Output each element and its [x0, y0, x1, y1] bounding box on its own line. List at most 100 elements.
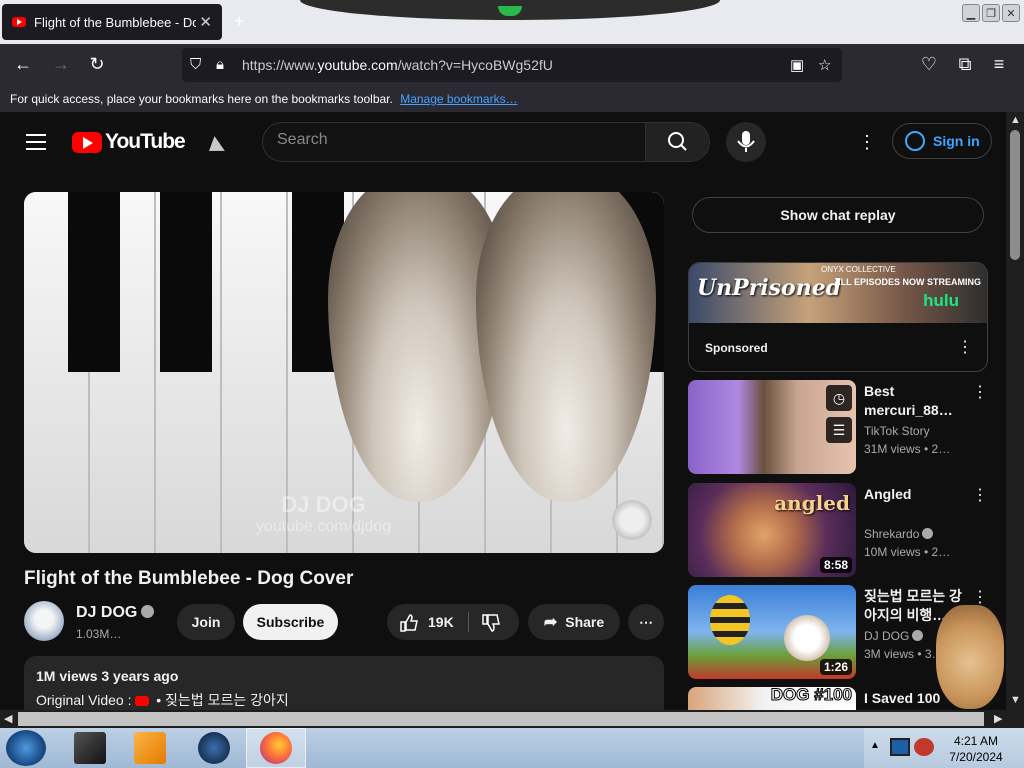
forward-icon[interactable]: →	[50, 54, 72, 75]
back-icon[interactable]: ←	[12, 54, 34, 75]
views-and-age: 1M views 3 years ago	[36, 668, 179, 684]
youtube-play-icon	[72, 131, 102, 153]
youtube-wordmark: YouTube	[105, 130, 186, 153]
rec-title[interactable]: Angled	[864, 485, 964, 504]
voice-search-button[interactable]	[726, 122, 766, 162]
show-chat-replay-button[interactable]: Show chat replay	[692, 197, 984, 233]
sponsored-ad[interactable]: ONYX COLLECTIVE UnPrisoned ALL EPISODES …	[688, 262, 988, 372]
like-count[interactable]: 19K	[428, 614, 454, 630]
url-bar[interactable]: ⛉ 🔒︎ https://www.youtube.com/watch?v=Hyc…	[182, 48, 842, 82]
mouse-cursor-icon	[193, 136, 225, 166]
sign-in-button[interactable]: Sign in	[892, 123, 992, 159]
search-button[interactable]	[645, 123, 709, 161]
scroll-down-icon[interactable]: ▼	[1010, 694, 1021, 706]
channel-avatar[interactable]	[24, 601, 64, 641]
video-thumbnail[interactable]: 1:26	[688, 585, 856, 679]
subscriber-count: 1.03M…	[76, 627, 122, 641]
more-actions-button[interactable]: ⋯	[628, 604, 664, 640]
security-icon[interactable]	[914, 738, 934, 756]
scroll-right-icon[interactable]: ▶	[994, 712, 1002, 725]
rec-channel[interactable]: Shrekardo	[864, 527, 934, 541]
youtube-page: YouTube ⋮ Sign in DJ DOG youtube.	[0, 112, 1006, 710]
firefox-taskbar-button[interactable]	[246, 728, 306, 768]
browser-nav-bar: ← → ↻ ⛉ 🔒︎ https://www.youtube.com/watch…	[0, 44, 1024, 86]
window-controls: ▁ ❐ ✕	[962, 4, 1020, 22]
manage-bookmarks-link[interactable]: Manage bookmarks…	[400, 92, 517, 106]
start-button[interactable]	[6, 730, 46, 766]
video-thumbnail[interactable]: ◷ ☰	[688, 380, 856, 474]
ad-brand: ONYX COLLECTIVE	[821, 265, 896, 274]
recommended-video[interactable]: angled 8:58 Angled Shrekardo 10M views •…	[688, 483, 988, 577]
recommended-video[interactable]: ◷ ☰ Best mercuri_88… TikTok Story 31M vi…	[688, 380, 988, 474]
rec-menu-icon[interactable]: ⋮	[972, 382, 988, 402]
rec-menu-icon[interactable]: ⋮	[972, 587, 988, 607]
video-player[interactable]: DJ DOG youtube.com/djdog	[24, 192, 664, 553]
original-video-link[interactable]: • 짖는법 모르는 강아지	[156, 692, 289, 708]
vertical-scrollbar[interactable]: ▲ ▼	[1006, 112, 1024, 710]
like-icon[interactable]	[399, 613, 419, 633]
join-button[interactable]: Join	[177, 604, 235, 640]
bookmarks-toolbar: For quick access, place your bookmarks h…	[0, 86, 1024, 112]
scroll-up-icon[interactable]: ▲	[1010, 114, 1021, 126]
hamburger-menu-icon[interactable]	[26, 134, 46, 155]
clock-time: 4:21 AM	[953, 734, 999, 748]
share-button[interactable]: ➦ Share	[528, 604, 620, 640]
ad-banner[interactable]: ONYX COLLECTIVE UnPrisoned ALL EPISODES …	[689, 263, 987, 323]
watch-later-icon[interactable]: ◷	[826, 385, 852, 411]
youtube-favicon-icon	[12, 17, 26, 27]
settings-more-icon[interactable]: ⋮	[858, 132, 876, 153]
lock-icon[interactable]: 🔒︎	[216, 56, 224, 73]
scroll-left-icon[interactable]: ◀	[4, 712, 12, 725]
menu-icon[interactable]: ≡	[988, 54, 1010, 75]
search-icon	[668, 132, 687, 151]
media-player-app-icon[interactable]	[134, 732, 166, 764]
minimize-icon[interactable]: ▁	[962, 4, 980, 22]
search-input[interactable]	[277, 131, 637, 149]
bookmark-star-icon[interactable]: ☆	[818, 56, 831, 74]
close-window-icon[interactable]: ✕	[1002, 4, 1020, 22]
system-clock[interactable]: 4:21 AM 7/20/2024	[936, 733, 1016, 765]
video-title: Flight of the Bumblebee - Dog Cover	[24, 568, 354, 589]
channel-name[interactable]: DJ DOG	[76, 604, 155, 622]
terminal-app-icon[interactable]	[74, 732, 106, 764]
dislike-icon[interactable]	[481, 613, 501, 633]
network-icon[interactable]	[890, 738, 910, 756]
new-tab-button[interactable]: +	[234, 11, 245, 32]
subscribe-button[interactable]: Subscribe	[243, 604, 338, 640]
browser-tab[interactable]: Flight of the Bumblebee - Dog Cover ✕	[2, 4, 222, 40]
reader-view-icon[interactable]: ▣	[790, 56, 804, 74]
restore-icon[interactable]: ❐	[982, 4, 1000, 22]
reload-icon[interactable]: ↻	[86, 54, 108, 75]
youtube-logo[interactable]: YouTube	[72, 130, 186, 154]
video-thumbnail[interactable]: DOG #100	[688, 687, 856, 710]
shield-icon[interactable]: ⛉	[190, 56, 201, 73]
user-icon	[905, 131, 925, 151]
close-tab-button[interactable]: ✕	[199, 13, 212, 31]
taskbar: ▲ 4:21 AM 7/20/2024	[0, 728, 1024, 768]
pocket-icon[interactable]: ♡	[918, 54, 940, 75]
channel-watermark-icon[interactable]	[612, 500, 652, 540]
channel-name-text: DJ DOG	[76, 604, 138, 621]
tray-expand-icon[interactable]: ▲	[870, 740, 880, 751]
globe-app-icon[interactable]	[198, 732, 230, 764]
ad-streaming-line: ALL EPISODES NOW STREAMING	[834, 277, 981, 287]
horizontal-scrollbar[interactable]: ◀ ▶	[0, 710, 1024, 728]
rec-menu-icon[interactable]: ⋮	[972, 485, 988, 505]
rec-title[interactable]: Best mercuri_88…	[864, 382, 964, 420]
rec-channel[interactable]: DJ DOG	[864, 629, 924, 643]
add-to-queue-icon[interactable]: ☰	[826, 417, 852, 443]
horizontal-scroll-thumb[interactable]	[18, 712, 984, 726]
rec-views: 31M views • 2…	[864, 442, 951, 456]
ad-menu-icon[interactable]: ⋮	[957, 337, 973, 357]
video-description[interactable]: 1M views 3 years ago Original Video : • …	[24, 656, 664, 710]
bookmarks-message: For quick access, place your bookmarks h…	[10, 92, 393, 106]
sponsored-label: Sponsored	[705, 341, 768, 355]
piano-black-key	[68, 192, 120, 372]
rec-channel[interactable]: TikTok Story	[864, 424, 930, 438]
url-text[interactable]: https://www.youtube.com/watch?v=HycoBWg5…	[242, 57, 553, 73]
like-divider	[468, 612, 469, 632]
vertical-scroll-thumb[interactable]	[1010, 130, 1020, 260]
extensions-icon[interactable]: ⧉	[954, 54, 976, 75]
thumbnail-text: DOG #100	[770, 687, 852, 705]
video-thumbnail[interactable]: angled 8:58	[688, 483, 856, 577]
